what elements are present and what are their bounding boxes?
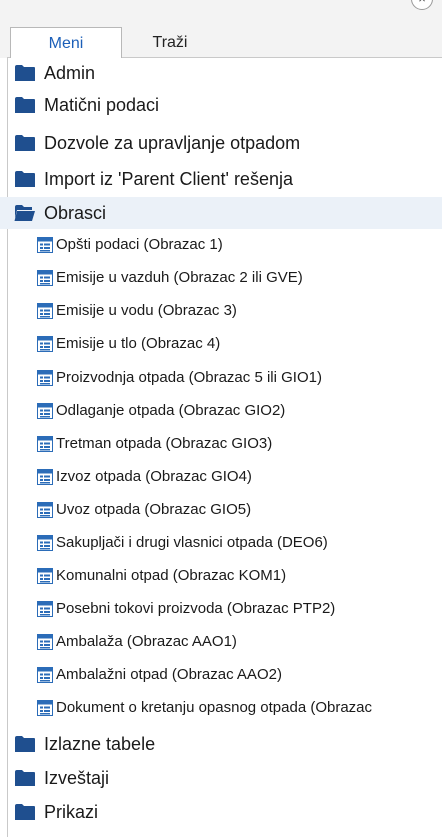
- tree-form-item[interactable]: Odlaganje otpada (Obrazac GIO2): [0, 397, 442, 424]
- tree-form-item[interactable]: Ambalažni otpad (Obrazac AAO2): [0, 661, 442, 688]
- form-icon: [37, 370, 53, 386]
- tree-form-label: Opšti podaci (Obrazac 1): [56, 236, 223, 253]
- folder-icon: [15, 97, 35, 113]
- form-icon: [37, 403, 53, 419]
- form-icon: [37, 634, 53, 650]
- tree-form-item[interactable]: Ambalaža (Obrazac AAO1): [0, 628, 442, 655]
- folder-open-icon: [14, 205, 35, 221]
- tree-form-label: Emisije u vazduh (Obrazac 2 ili GVE): [56, 269, 303, 286]
- folder-icon: [15, 135, 35, 151]
- form-icon: [37, 601, 53, 617]
- tab-meni[interactable]: Meni: [10, 27, 122, 58]
- tree-form-label: Emisije u tlo (Obrazac 4): [56, 335, 221, 352]
- form-icon: [37, 336, 53, 352]
- tree-form-item[interactable]: Emisije u vodu (Obrazac 3): [0, 297, 442, 324]
- tree-form-label: Izvoz otpada (Obrazac GIO4): [56, 468, 252, 485]
- tree-form-label: Sakupljači i drugi vlasnici otpada (DEO6…: [56, 534, 328, 551]
- tree-form-label: Proizvodnja otpada (Obrazac 5 ili GIO1): [56, 369, 322, 386]
- tab-bar: Meni Traži: [10, 27, 218, 58]
- tree-folder-maticni-podaci[interactable]: Matični podaci: [0, 89, 442, 121]
- tree-form-item[interactable]: Emisije u tlo (Obrazac 4): [0, 330, 442, 357]
- folder-icon: [15, 770, 35, 786]
- tree-folder-label: Dozvole za upravljanje otpadom: [44, 133, 301, 153]
- form-icon: [37, 303, 53, 319]
- form-icon: [37, 700, 53, 716]
- tree-form-label: Uvoz otpada (Obrazac GIO5): [56, 501, 252, 518]
- tree-form-label: Tretman otpada (Obrazac GIO3): [56, 435, 273, 452]
- form-icon: [37, 237, 53, 253]
- tree-folder-label: Matični podaci: [44, 95, 160, 115]
- tree-folder-label: Izlazne tabele: [44, 734, 156, 754]
- tree-folder-label: Import iz 'Parent Client' rešenja: [44, 169, 293, 189]
- tree-folder-import[interactable]: Import iz 'Parent Client' rešenja: [0, 163, 442, 195]
- tree-form-label: Ambalažni otpad (Obrazac AAO2): [56, 666, 282, 683]
- tree-folder-dozvole[interactable]: Dozvole za upravljanje otpadom: [0, 127, 442, 159]
- tab-trazi[interactable]: Traži: [122, 27, 218, 58]
- tree-folder-label: Prikazi: [44, 802, 99, 822]
- tree-folder-prikazi[interactable]: Prikazi: [0, 796, 442, 828]
- form-icon: [37, 469, 53, 485]
- tree-folder-label: Obrasci: [44, 203, 107, 223]
- tree-form-label: Komunalni otpad (Obrazac KOM1): [56, 567, 287, 584]
- tree-form-label: Posebni tokovi proizvoda (Obrazac PTP2): [56, 600, 336, 617]
- form-icon: [37, 436, 53, 452]
- tree-folder-admin[interactable]: Admin: [0, 57, 442, 89]
- form-icon: [37, 568, 53, 584]
- tree-form-item[interactable]: Emisije u vazduh (Obrazac 2 ili GVE): [0, 264, 442, 291]
- tree-form-label: Ambalaža (Obrazac AAO1): [56, 633, 237, 650]
- folder-icon: [15, 171, 35, 187]
- form-icon: [37, 535, 53, 551]
- form-icon: [37, 502, 53, 518]
- tree-form-item[interactable]: Izvoz otpada (Obrazac GIO4): [0, 463, 442, 490]
- tree-form-item[interactable]: Proizvodnja otpada (Obrazac 5 ili GIO1): [0, 364, 442, 391]
- form-icon: [37, 270, 53, 286]
- folder-icon: [15, 804, 35, 820]
- tree-form-item[interactable]: Komunalni otpad (Obrazac KOM1): [0, 562, 442, 589]
- tree-form-item[interactable]: Tretman otpada (Obrazac GIO3): [0, 430, 442, 457]
- form-icon: [37, 667, 53, 683]
- tree-form-item[interactable]: Uvoz otpada (Obrazac GIO5): [0, 496, 442, 523]
- tree-folder-izlazne-tabele[interactable]: Izlazne tabele: [0, 728, 442, 760]
- tree-folder-label: Admin: [44, 63, 96, 83]
- folder-icon: [15, 65, 35, 81]
- tree-form-item[interactable]: Dokument o kretanju opasnog otpada (Obra…: [0, 694, 442, 721]
- folder-icon: [15, 736, 35, 752]
- tree-form-label: Odlaganje otpada (Obrazac GIO2): [56, 402, 286, 419]
- tree-form-item[interactable]: Opšti podaci (Obrazac 1): [0, 231, 442, 258]
- tree-form-label: Emisije u vodu (Obrazac 3): [56, 302, 237, 319]
- tree-form-item[interactable]: Sakupljači i drugi vlasnici otpada (DEO6…: [0, 529, 442, 556]
- tree-folder-label: Izveštaji: [44, 768, 110, 788]
- tree-folder-obrasci[interactable]: Obrasci: [0, 197, 442, 229]
- tree-form-label: Dokument o kretanju opasnog otpada (Obra…: [56, 699, 373, 716]
- tree-folder-izvestaji[interactable]: Izveštaji: [0, 762, 442, 794]
- tree-form-item[interactable]: Posebni tokovi proizvoda (Obrazac PTP2): [0, 595, 442, 622]
